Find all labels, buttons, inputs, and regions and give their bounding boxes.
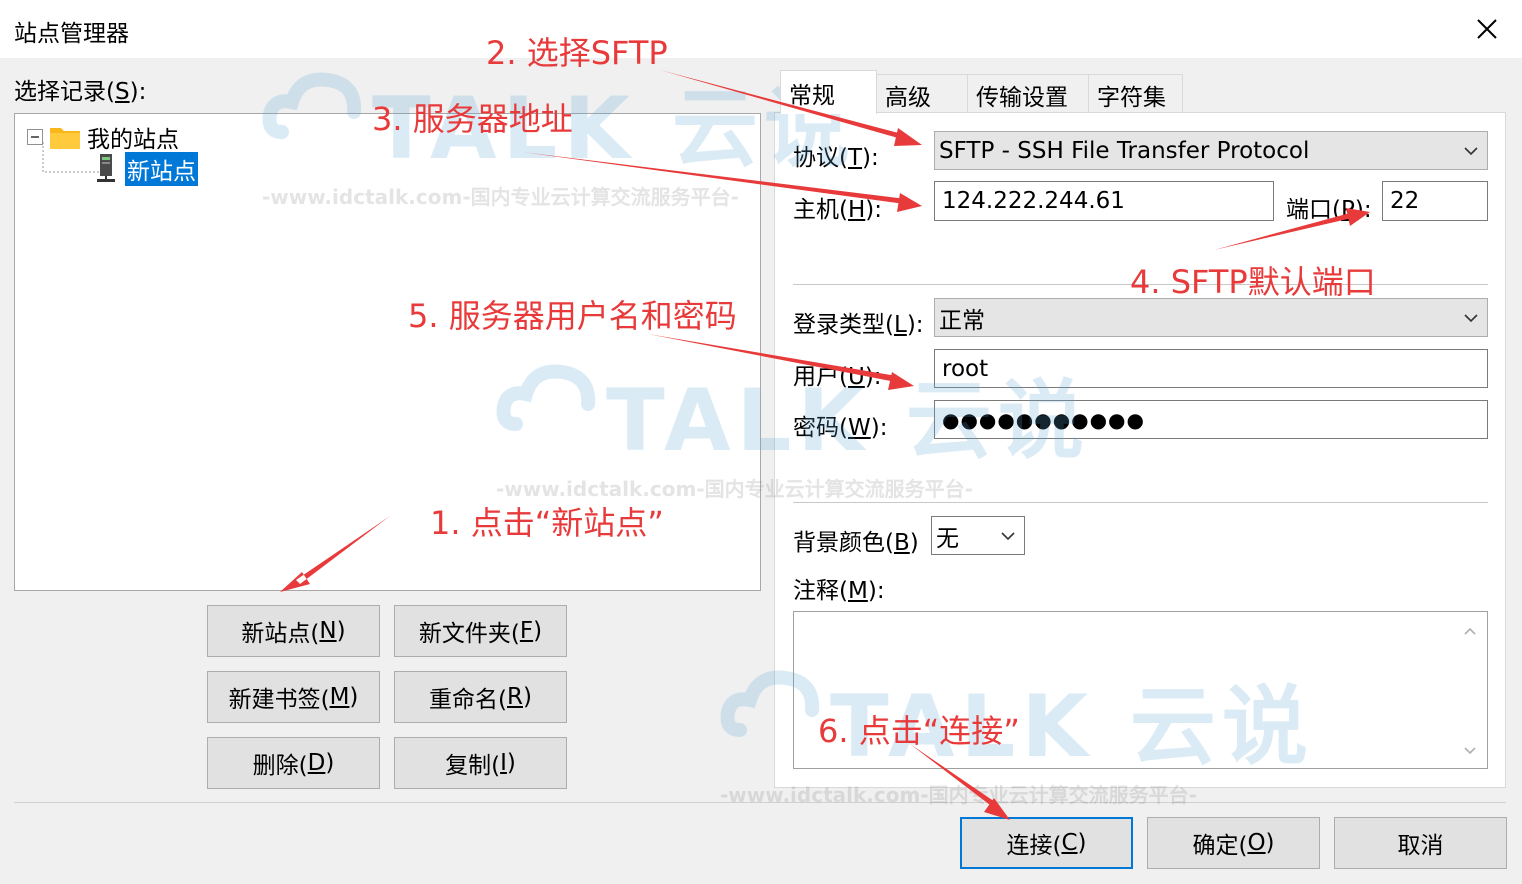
port-input[interactable]: 22	[1382, 181, 1488, 221]
scroll-up-icon[interactable]	[1463, 626, 1477, 636]
bg-color-label: 背景颜色(B)	[793, 530, 919, 556]
collapse-icon[interactable]	[27, 129, 43, 145]
delete-button[interactable]: 删除(D)	[207, 737, 380, 789]
scroll-down-icon[interactable]	[1463, 746, 1477, 756]
site-manager-window: 站点管理器 选择记录(S): 我的站点 新站点 新站点(N) 新文件夹(F…	[0, 0, 1522, 884]
tab-charset[interactable]: 字符集	[1088, 74, 1183, 114]
folder-icon	[50, 128, 80, 149]
logon-type-select[interactable]: 正常	[934, 298, 1488, 337]
footer-divider	[14, 802, 1506, 803]
copy-button[interactable]: 复制(I)	[394, 737, 567, 789]
server-icon	[97, 154, 115, 182]
protocol-label: 协议(T):	[793, 145, 879, 171]
annotation-step-2: 2. 选择SFTP	[486, 34, 668, 72]
close-button[interactable]	[1452, 0, 1522, 58]
chevron-down-icon	[1464, 146, 1478, 155]
window-title: 站点管理器	[14, 21, 129, 47]
password-label: 密码(W):	[793, 415, 888, 441]
logon-type-label: 登录类型(L):	[793, 312, 924, 338]
user-label: 用户(U):	[793, 364, 882, 390]
host-input[interactable]: 124.222.244.61	[934, 181, 1274, 221]
new-site-button[interactable]: 新站点(N)	[207, 605, 380, 657]
tree-node-new-site[interactable]: 新站点	[97, 152, 198, 186]
new-folder-button[interactable]: 新文件夹(F)	[394, 605, 567, 657]
annotation-step-5: 5. 服务器用户名和密码	[408, 297, 737, 335]
select-entry-label: 选择记录(S):	[14, 79, 147, 105]
connect-button[interactable]: 连接(C)	[960, 817, 1133, 869]
tree-node-label: 新站点	[125, 152, 198, 186]
user-input[interactable]: root	[934, 349, 1488, 388]
tree-node-label: 我的站点	[87, 127, 179, 153]
annotation-step-4: 4. SFTP默认端口	[1130, 263, 1376, 301]
ok-button[interactable]: 确定(O)	[1147, 817, 1320, 869]
password-input[interactable]: ●●●●●●●●●●●	[934, 400, 1488, 439]
chevron-down-icon	[1464, 313, 1478, 322]
divider	[793, 502, 1488, 503]
tree-node-my-sites[interactable]: 我的站点	[27, 120, 179, 154]
cancel-button[interactable]: 取消	[1334, 817, 1507, 869]
annotation-step-6: 6. 点击“连接”	[818, 712, 1020, 750]
bg-color-select[interactable]: 无	[931, 516, 1025, 555]
comments-label: 注释(M):	[793, 578, 885, 604]
port-label: 端口(P):	[1286, 197, 1372, 223]
host-label: 主机(H):	[793, 197, 883, 223]
close-icon	[1477, 19, 1497, 39]
annotation-step-3: 3. 服务器地址	[372, 100, 573, 138]
rename-button[interactable]: 重命名(R)	[394, 671, 567, 723]
tab-advanced[interactable]: 高级	[876, 74, 968, 114]
chevron-down-icon	[1001, 531, 1015, 540]
protocol-select[interactable]: SFTP - SSH File Transfer Protocol	[934, 131, 1488, 170]
tab-general[interactable]: 常规	[780, 70, 877, 114]
new-bookmark-button[interactable]: 新建书签(M)	[207, 671, 380, 723]
tab-transfer-settings[interactable]: 传输设置	[967, 74, 1089, 114]
title-bar: 站点管理器	[0, 0, 1522, 58]
annotation-step-1: 1. 点击“新站点”	[430, 504, 664, 542]
